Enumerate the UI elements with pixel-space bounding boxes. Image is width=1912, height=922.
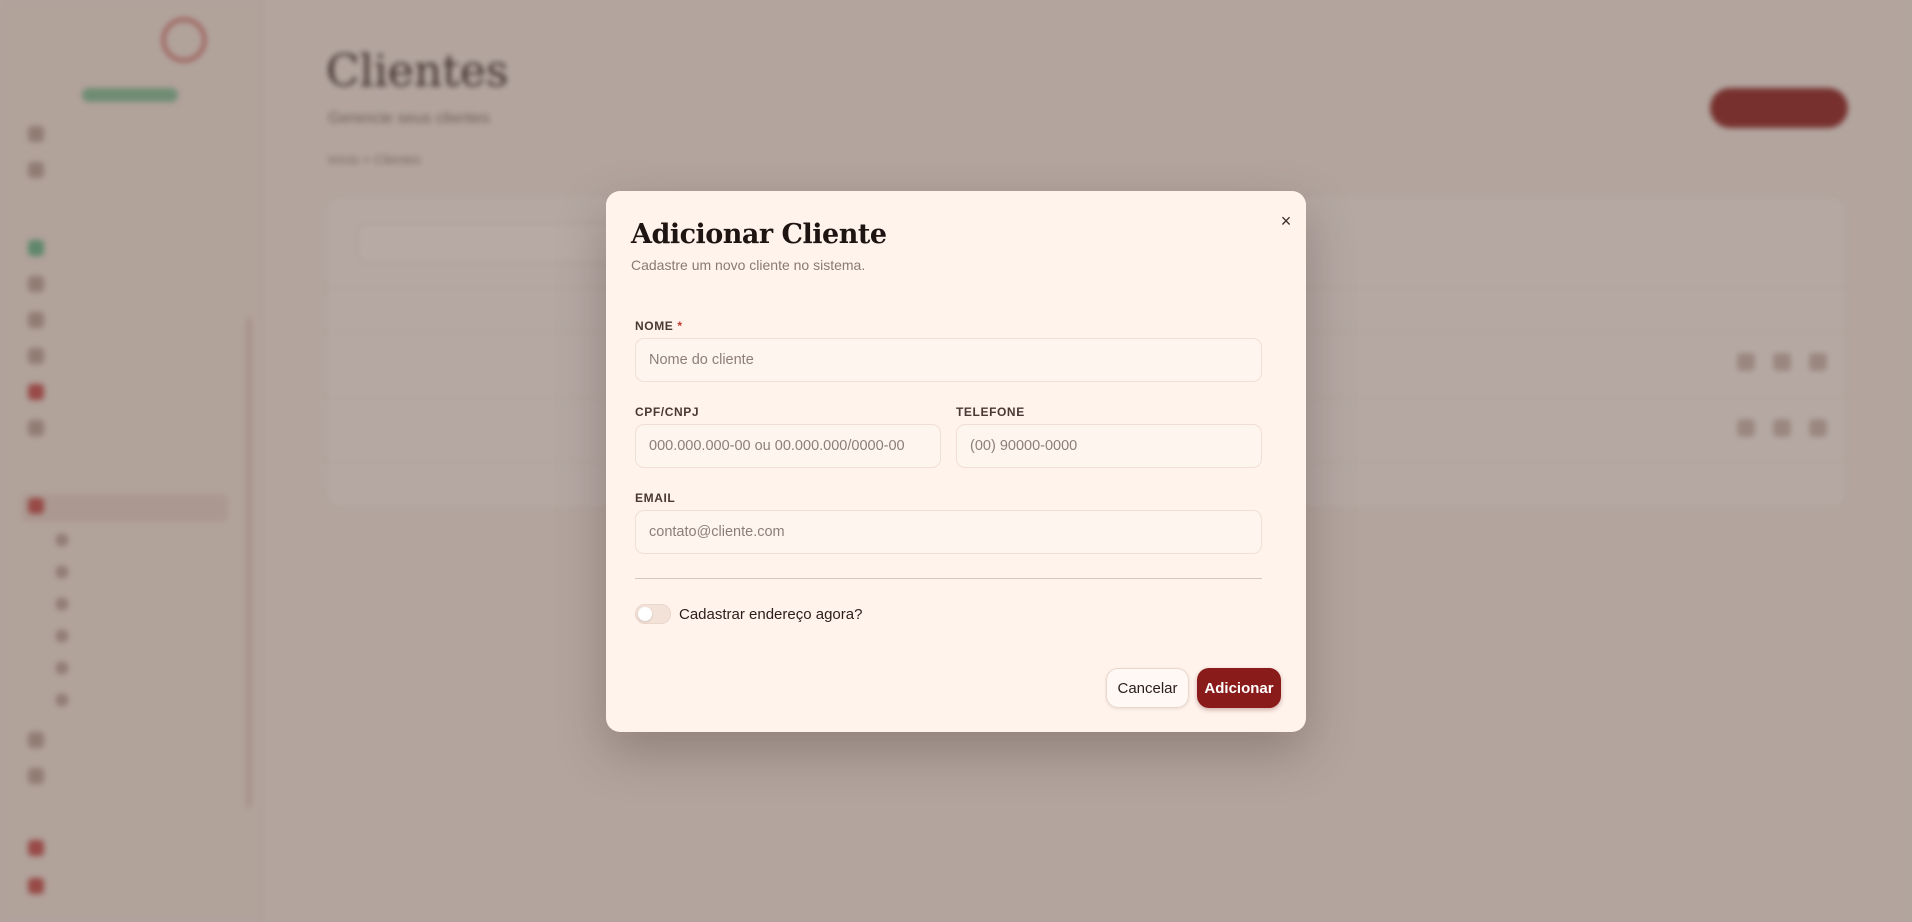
cpf-cnpj-label: CPF/CNPJ bbox=[635, 405, 700, 419]
cpf-cnpj-input[interactable] bbox=[635, 424, 941, 468]
close-icon[interactable]: × bbox=[1274, 209, 1298, 233]
cancel-button[interactable]: Cancelar bbox=[1106, 668, 1189, 708]
form-divider bbox=[635, 578, 1262, 579]
address-toggle-label: Cadastrar endereço agora? bbox=[679, 606, 863, 623]
telefone-label: TELEFONE bbox=[956, 405, 1025, 419]
required-mark: * bbox=[677, 319, 683, 333]
add-client-dialog: × Adicionar Cliente Cadastre um novo cli… bbox=[606, 191, 1306, 732]
nome-label: NOME * bbox=[635, 319, 683, 333]
nome-label-text: NOME bbox=[635, 319, 674, 333]
email-input[interactable] bbox=[635, 510, 1262, 554]
toggle-knob bbox=[638, 607, 652, 621]
dialog-title: Adicionar Cliente bbox=[631, 219, 887, 250]
telefone-input[interactable] bbox=[956, 424, 1262, 468]
add-button[interactable]: Adicionar bbox=[1197, 668, 1281, 708]
address-toggle[interactable] bbox=[635, 604, 671, 624]
dialog-description: Cadastre um novo cliente no sistema. bbox=[631, 257, 866, 273]
nome-input[interactable] bbox=[635, 338, 1262, 382]
email-label: EMAIL bbox=[635, 491, 676, 505]
